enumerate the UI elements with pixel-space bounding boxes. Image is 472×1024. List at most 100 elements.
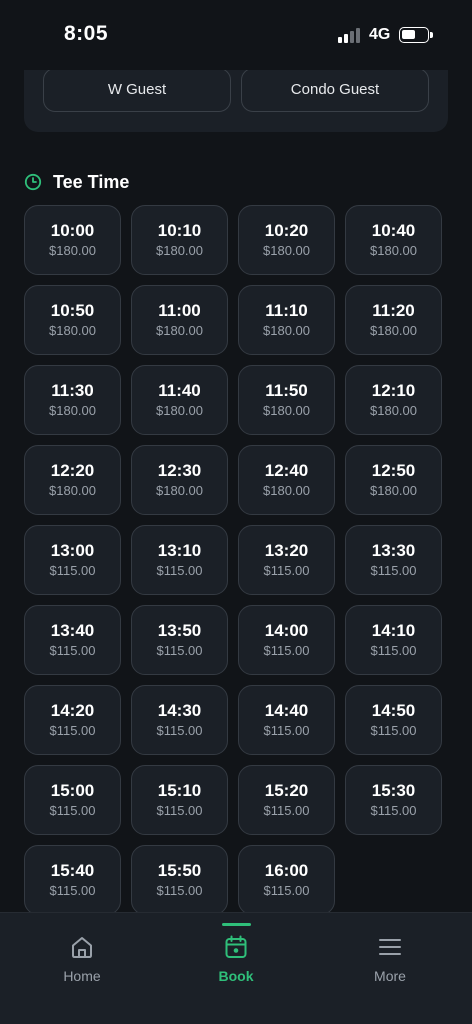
tee-time-slot[interactable]: 13:30 $115.00: [345, 525, 442, 595]
slot-price: $180.00: [370, 322, 417, 338]
tee-time-slot[interactable]: 12:30 $180.00: [131, 445, 228, 515]
signal-icon: [338, 28, 362, 43]
slot-price: $115.00: [370, 722, 417, 738]
tee-time-slot[interactable]: 15:40 $115.00: [24, 845, 121, 915]
slot-time: 13:50: [157, 620, 202, 640]
slot-price: $180.00: [156, 402, 203, 418]
tee-time-slot[interactable]: 14:50 $115.00: [345, 685, 442, 755]
slot-time: 12:10: [371, 380, 416, 400]
slot-price: $180.00: [49, 322, 96, 338]
tee-time-slot[interactable]: 13:10 $115.00: [131, 525, 228, 595]
slot-price: $115.00: [156, 562, 203, 578]
slot-time: 11:20: [372, 300, 415, 320]
slot-price: $115.00: [156, 722, 203, 738]
slot-price: $115.00: [263, 802, 310, 818]
tee-time-slot[interactable]: 11:00 $180.00: [131, 285, 228, 355]
slot-price: $115.00: [263, 642, 310, 658]
tee-time-slot[interactable]: 11:50 $180.00: [238, 365, 335, 435]
tee-time-slot[interactable]: 10:50 $180.00: [24, 285, 121, 355]
slot-time: 14:10: [371, 620, 416, 640]
slot-price: $180.00: [263, 482, 310, 498]
tee-time-slot[interactable]: 13:00 $115.00: [24, 525, 121, 595]
guest-type-card: W Guest Condo Guest: [24, 60, 448, 132]
tee-time-slot[interactable]: 10:00 $180.00: [24, 205, 121, 275]
clock-icon: [24, 173, 42, 191]
tee-time-slot[interactable]: 11:40 $180.00: [131, 365, 228, 435]
slot-price: $115.00: [156, 642, 203, 658]
battery-icon: [399, 27, 433, 43]
slot-price: $180.00: [49, 402, 96, 418]
tee-time-slot[interactable]: 11:20 $180.00: [345, 285, 442, 355]
slot-time: 11:40: [158, 380, 201, 400]
slot-price: $115.00: [49, 882, 96, 898]
tee-time-slot[interactable]: 12:40 $180.00: [238, 445, 335, 515]
nav-book-label: Book: [218, 968, 254, 984]
tee-time-slot[interactable]: 11:30 $180.00: [24, 365, 121, 435]
tee-time-slot[interactable]: 12:50 $180.00: [345, 445, 442, 515]
tee-time-slot[interactable]: 15:30 $115.00: [345, 765, 442, 835]
tee-time-header: Tee Time: [24, 170, 129, 194]
tee-time-slot[interactable]: 14:30 $115.00: [131, 685, 228, 755]
slot-price: $180.00: [49, 482, 96, 498]
slot-time: 15:40: [50, 860, 95, 880]
slot-time: 13:00: [50, 540, 95, 560]
status-bar: 8:05 4G: [0, 0, 472, 70]
slot-time: 13:40: [50, 620, 95, 640]
slot-time: 14:50: [371, 700, 416, 720]
condo-guest-button[interactable]: Condo Guest: [241, 68, 429, 112]
tee-time-slot[interactable]: 14:40 $115.00: [238, 685, 335, 755]
slot-time: 15:20: [264, 780, 309, 800]
slot-time: 15:00: [50, 780, 95, 800]
slot-price: $180.00: [370, 402, 417, 418]
slot-price: $180.00: [263, 242, 310, 258]
slot-time: 10:40: [371, 220, 416, 240]
status-time: 8:05: [64, 22, 109, 45]
active-tab-indicator: [222, 923, 251, 926]
tee-time-slot[interactable]: 13:40 $115.00: [24, 605, 121, 675]
slot-time: 10:00: [50, 220, 95, 240]
tee-time-slot[interactable]: 10:20 $180.00: [238, 205, 335, 275]
nav-book[interactable]: Book: [186, 933, 286, 984]
tee-time-slot[interactable]: 14:20 $115.00: [24, 685, 121, 755]
slot-price: $115.00: [263, 562, 310, 578]
slot-time: 16:00: [264, 860, 309, 880]
tee-time-slot[interactable]: 14:00 $115.00: [238, 605, 335, 675]
slot-time: 10:50: [50, 300, 95, 320]
tee-time-slot[interactable]: 15:50 $115.00: [131, 845, 228, 915]
tee-time-slot[interactable]: 11:10 $180.00: [238, 285, 335, 355]
tee-time-slot[interactable]: 15:00 $115.00: [24, 765, 121, 835]
slot-time: 14:20: [50, 700, 95, 720]
tee-time-slot[interactable]: 10:10 $180.00: [131, 205, 228, 275]
slot-time: 13:10: [157, 540, 202, 560]
tee-time-slot[interactable]: 15:10 $115.00: [131, 765, 228, 835]
slot-time: 11:30: [51, 380, 94, 400]
w-guest-button[interactable]: W Guest: [43, 68, 231, 112]
slot-price: $180.00: [263, 322, 310, 338]
slot-price: $115.00: [263, 722, 310, 738]
slot-price: $115.00: [156, 802, 203, 818]
slot-time: 15:30: [371, 780, 416, 800]
slot-time: 15:50: [157, 860, 202, 880]
slot-price: $180.00: [156, 482, 203, 498]
slot-time: 14:40: [264, 700, 309, 720]
home-icon: [72, 937, 92, 958]
tee-time-slot[interactable]: 14:10 $115.00: [345, 605, 442, 675]
nav-home[interactable]: Home: [32, 933, 132, 984]
slot-price: $115.00: [49, 642, 96, 658]
slot-price: $115.00: [49, 802, 96, 818]
network-label: 4G: [369, 26, 391, 43]
tee-time-slot[interactable]: 12:10 $180.00: [345, 365, 442, 435]
slot-price: $115.00: [49, 722, 96, 738]
tee-time-slot[interactable]: 10:40 $180.00: [345, 205, 442, 275]
slot-price: $115.00: [156, 882, 203, 898]
menu-icon: [379, 939, 401, 955]
slot-time: 11:00: [158, 300, 201, 320]
tee-time-slot[interactable]: 15:20 $115.00: [238, 765, 335, 835]
tee-time-slot[interactable]: 16:00 $115.00: [238, 845, 335, 915]
tee-time-slot[interactable]: 12:20 $180.00: [24, 445, 121, 515]
nav-more[interactable]: More: [340, 933, 440, 984]
tee-time-slot[interactable]: 13:50 $115.00: [131, 605, 228, 675]
slot-time: 15:10: [157, 780, 202, 800]
slot-price: $180.00: [370, 482, 417, 498]
tee-time-slot[interactable]: 13:20 $115.00: [238, 525, 335, 595]
